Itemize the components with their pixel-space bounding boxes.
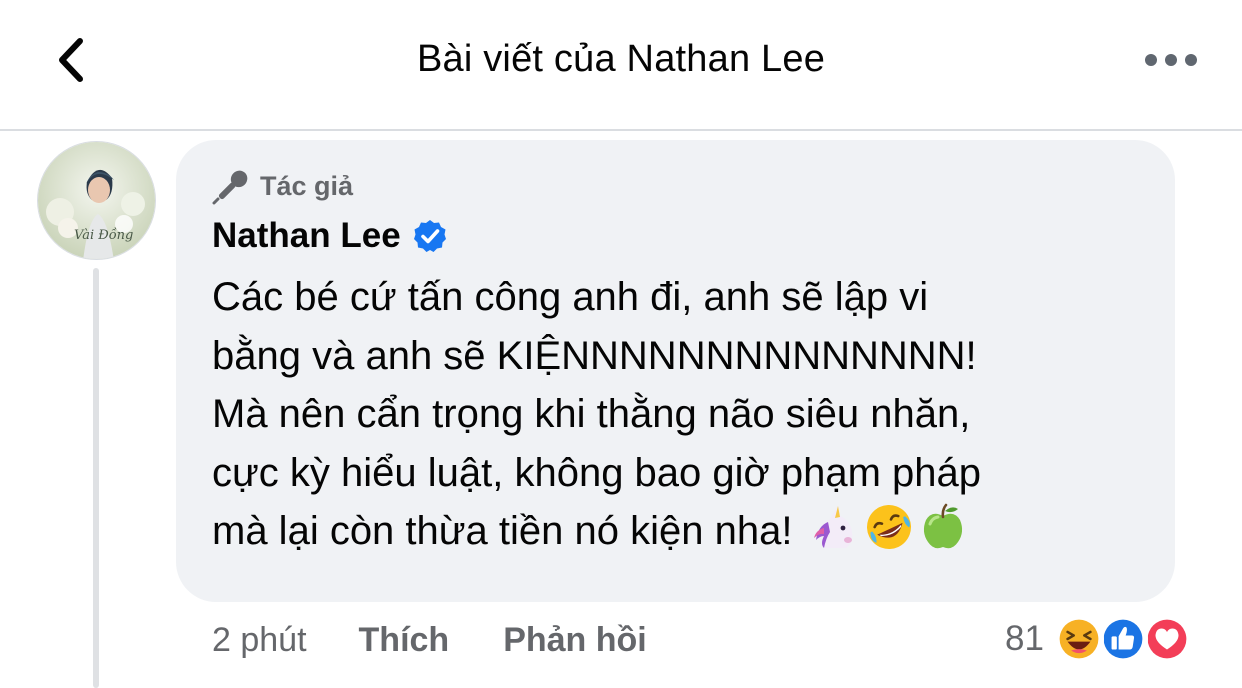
like-icon [1097, 614, 1148, 664]
verified-badge-icon [413, 220, 446, 252]
microphone-icon [212, 170, 248, 205]
reaction-count: 81 [1005, 619, 1044, 658]
more-horizontal-icon [1145, 54, 1197, 66]
comment-emojis [806, 503, 968, 553]
author-row: Nathan Lee [212, 214, 447, 258]
thread-line [93, 268, 99, 688]
author-badge: Tác giả [212, 168, 354, 205]
comment-actions: 2 phút Thích Phản hồi [212, 618, 647, 662]
comment-text: Các bé cứ tấn công anh đi, anh sẽ lập vi… [212, 268, 1172, 561]
reply-button[interactable]: Phản hồi [503, 621, 647, 660]
unicorn-icon [814, 506, 853, 548]
green-apple-icon [924, 503, 963, 549]
comment-timestamp[interactable]: 2 phút [212, 621, 307, 660]
page-title: Bài viết của Nathan Lee [416, 38, 826, 80]
rolling-laughing-icon [867, 505, 912, 549]
top-bar: Bài viết của Nathan Lee [0, 0, 1242, 131]
more-options-button[interactable] [1140, 45, 1202, 75]
like-button[interactable]: Thích [359, 621, 450, 660]
author-badge-label: Tác giả [260, 170, 354, 201]
love-icon [1141, 614, 1192, 664]
author-name[interactable]: Nathan Lee [212, 216, 401, 256]
reaction-summary[interactable]: 81 [1005, 614, 1192, 664]
avatar-caption: Vài Đồng [74, 228, 134, 243]
avatar[interactable]: Vài Đồng [37, 141, 156, 260]
haha-icon [1053, 614, 1104, 664]
